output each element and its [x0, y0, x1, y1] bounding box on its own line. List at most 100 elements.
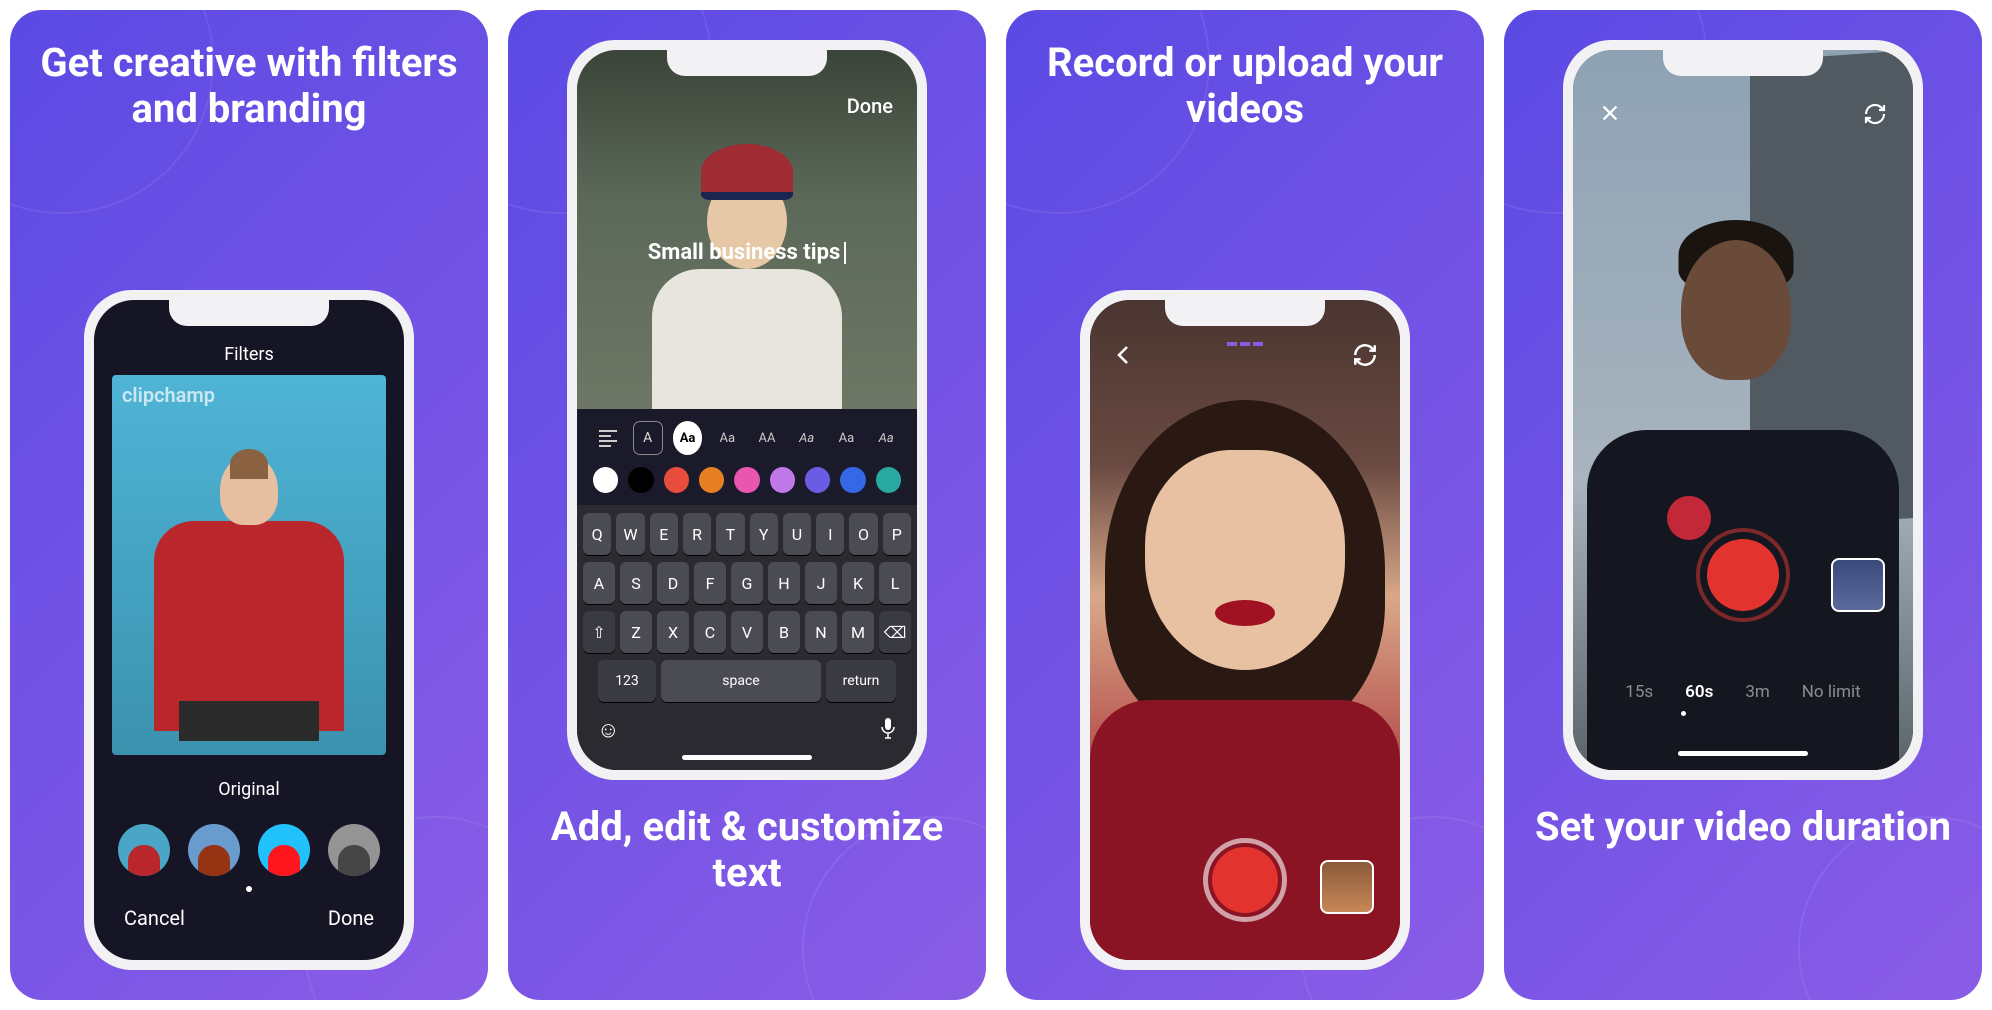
- filter-thumb-3[interactable]: [258, 824, 310, 876]
- key-e[interactable]: E: [650, 513, 678, 555]
- color-swatch-violet[interactable]: [805, 467, 830, 493]
- align-icon: [599, 430, 617, 447]
- color-swatch-orange[interactable]: [699, 467, 724, 493]
- key-f[interactable]: F: [694, 562, 726, 604]
- gallery-upload-button[interactable]: [1831, 558, 1885, 612]
- text-overlay-input[interactable]: Small business tips: [577, 240, 917, 265]
- gallery-upload-button[interactable]: [1320, 860, 1374, 914]
- key-z[interactable]: Z: [620, 611, 652, 653]
- backspace-key[interactable]: ⌫: [879, 611, 911, 653]
- duration-selector: 15s 60s 3m No limit: [1573, 682, 1913, 702]
- watermark-label: clipchamp: [122, 383, 215, 407]
- key-v[interactable]: V: [731, 611, 763, 653]
- emoji-key[interactable]: ☺: [597, 717, 619, 745]
- color-swatch-teal[interactable]: [876, 467, 901, 493]
- phone-notch: [169, 300, 329, 326]
- key-k[interactable]: K: [842, 562, 874, 604]
- keyboard-row-2: ASDFGHJKL: [583, 562, 911, 604]
- key-c[interactable]: C: [694, 611, 726, 653]
- flip-camera-button[interactable]: [1863, 102, 1887, 130]
- text-background-button[interactable]: A: [633, 421, 663, 455]
- key-g[interactable]: G: [731, 562, 763, 604]
- font-option-1[interactable]: Aa: [673, 421, 703, 455]
- filter-thumbnails: [94, 824, 404, 876]
- filter-thumb-2[interactable]: [188, 824, 240, 876]
- key-u[interactable]: U: [783, 513, 811, 555]
- key-m[interactable]: M: [842, 611, 874, 653]
- done-button[interactable]: Done: [847, 94, 893, 118]
- key-l[interactable]: L: [879, 562, 911, 604]
- space-key[interactable]: space: [661, 660, 821, 702]
- duration-indicator-dot: [1681, 711, 1686, 716]
- back-button[interactable]: [1112, 343, 1136, 371]
- color-swatch-white[interactable]: [593, 467, 618, 493]
- font-option-6[interactable]: Aa: [871, 421, 901, 455]
- flip-camera-button[interactable]: [1352, 342, 1378, 372]
- done-button[interactable]: Done: [328, 906, 374, 930]
- duration-option-nolimit[interactable]: No limit: [1802, 682, 1861, 702]
- key-o[interactable]: O: [849, 513, 877, 555]
- phone-notch: [1663, 50, 1823, 76]
- person-illustration: [149, 455, 349, 755]
- key-b[interactable]: B: [768, 611, 800, 653]
- mic-icon: [879, 717, 897, 739]
- phone-screen-recorder: [1090, 300, 1400, 960]
- key-n[interactable]: N: [805, 611, 837, 653]
- keyboard-row-3: ⇧ ZXCVBNM⌫: [583, 611, 911, 653]
- record-icon: [1212, 847, 1278, 913]
- duration-option-60s[interactable]: 60s: [1685, 682, 1713, 702]
- key-t[interactable]: T: [716, 513, 744, 555]
- refresh-icon: [1863, 102, 1887, 126]
- record-button[interactable]: [1696, 528, 1790, 622]
- key-q[interactable]: Q: [583, 513, 611, 555]
- font-option-5[interactable]: Aa: [832, 421, 862, 455]
- key-s[interactable]: S: [620, 562, 652, 604]
- font-option-3[interactable]: AA: [752, 421, 782, 455]
- key-d[interactable]: D: [657, 562, 689, 604]
- phone-notch: [667, 50, 827, 76]
- key-w[interactable]: W: [616, 513, 644, 555]
- close-icon: [1599, 102, 1621, 124]
- refresh-icon: [1352, 342, 1378, 368]
- cancel-button[interactable]: Cancel: [124, 906, 185, 930]
- color-swatch-blue[interactable]: [840, 467, 865, 493]
- return-key[interactable]: return: [826, 660, 896, 702]
- text-toolbar: A Aa Aa AA Aa Aa Aa: [577, 409, 917, 505]
- key-j[interactable]: J: [805, 562, 837, 604]
- color-swatch-pink[interactable]: [734, 467, 759, 493]
- key-i[interactable]: I: [816, 513, 844, 555]
- key-a[interactable]: A: [583, 562, 615, 604]
- promo-card-duration: 15s 60s 3m No limit Set your video durat…: [1504, 10, 1982, 1000]
- filter-thumb-4[interactable]: [328, 824, 380, 876]
- color-swatch-black[interactable]: [628, 467, 653, 493]
- numbers-key[interactable]: 123: [598, 660, 656, 702]
- phone-notch: [1165, 300, 1325, 326]
- close-button[interactable]: [1599, 102, 1621, 130]
- record-button[interactable]: [1203, 838, 1287, 922]
- photo-background: Done Small business tips: [577, 50, 917, 409]
- shift-key[interactable]: ⇧: [583, 611, 615, 653]
- font-option-2[interactable]: Aa: [712, 421, 742, 455]
- keyboard-row-1: QWERTYUIOP: [583, 513, 911, 555]
- key-r[interactable]: R: [683, 513, 711, 555]
- color-swatch-row: [593, 467, 901, 493]
- duration-option-3m[interactable]: 3m: [1745, 682, 1769, 702]
- key-y[interactable]: Y: [750, 513, 778, 555]
- promo-title: Record or upload your videos: [1026, 40, 1464, 132]
- key-x[interactable]: X: [657, 611, 689, 653]
- mic-key[interactable]: [879, 717, 897, 745]
- filter-thumb-original[interactable]: [118, 824, 170, 876]
- align-button[interactable]: [593, 421, 623, 455]
- promo-title: Get creative with filters and branding: [30, 40, 468, 132]
- key-h[interactable]: H: [768, 562, 800, 604]
- color-swatch-purple[interactable]: [770, 467, 795, 493]
- arrow-left-icon: [1112, 343, 1136, 367]
- duration-option-15s[interactable]: 15s: [1625, 682, 1653, 702]
- phone-screen-duration: 15s 60s 3m No limit: [1573, 50, 1913, 770]
- filter-name-label: Original: [94, 779, 404, 800]
- font-option-4[interactable]: Aa: [792, 421, 822, 455]
- phone-screen-text-editor: Done Small business tips A Aa Aa AA Aa: [577, 50, 917, 770]
- key-p[interactable]: P: [883, 513, 911, 555]
- phone-mockup: Done Small business tips A Aa Aa AA Aa: [567, 40, 927, 780]
- color-swatch-red[interactable]: [664, 467, 689, 493]
